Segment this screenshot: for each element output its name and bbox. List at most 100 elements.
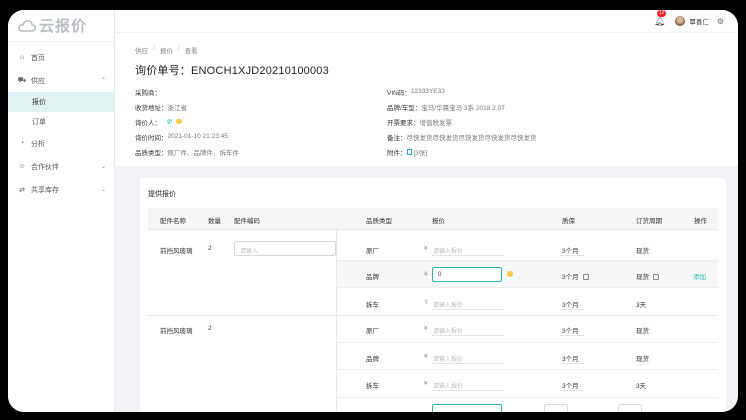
table-header: 配件名称 数量 配件编码 品质类型 报价 质保 订货周期 操作 bbox=[148, 208, 718, 230]
sidebar-subitem-quote[interactable]: 报价 bbox=[8, 92, 114, 112]
currency: ¥ bbox=[424, 325, 428, 332]
top-bar: 🔔︎ 12 覃喜仁 ⚙ bbox=[115, 10, 738, 32]
home-icon: ⌂ bbox=[19, 54, 25, 61]
warranty: 3个月 bbox=[562, 248, 579, 255]
vin-label: VIN码： bbox=[387, 89, 411, 97]
sidebar-item-label: 供应 bbox=[31, 77, 45, 85]
time-value: 2021-01-10 21:23:45 bbox=[167, 133, 228, 140]
sidebar-item-shared-stock[interactable]: ⇄ 共享库存 ⌄ bbox=[8, 178, 114, 201]
vin-value: 12333YE33 bbox=[410, 88, 445, 95]
col-part-name: 配件名称 bbox=[160, 218, 186, 225]
invoice-value: 增值税发票 bbox=[419, 119, 453, 127]
remark-label: 备注： bbox=[387, 134, 407, 142]
price-input-active[interactable]: 0 bbox=[432, 267, 502, 282]
order-cycle: 现货 bbox=[636, 356, 649, 363]
order-cycle: 3天 bbox=[636, 383, 647, 390]
col-quality: 品质类型 bbox=[366, 218, 392, 225]
model-label: 品牌/车型： bbox=[387, 104, 422, 112]
price-input[interactable]: 请输入报价 bbox=[433, 300, 463, 309]
sidebar-subitem-order[interactable]: 订单 bbox=[8, 112, 114, 132]
edit-icon[interactable] bbox=[653, 274, 659, 281]
warranty: 3个月 bbox=[562, 328, 579, 335]
chevron-down-icon: ⌄ bbox=[100, 164, 106, 170]
sidebar-item-analysis[interactable]: ◔ 分析 bbox=[8, 132, 114, 155]
sidebar-item-label: 共享库存 bbox=[31, 186, 59, 194]
logo-text: 云报价 bbox=[39, 18, 88, 35]
price-input[interactable]: 请输入报价 bbox=[433, 354, 463, 363]
quality-type: 拆车 bbox=[366, 383, 379, 390]
sidebar-item-partners[interactable]: ☺ 合作伙伴 ⌄ bbox=[8, 155, 114, 178]
breadcrumb-item-current: 查看 bbox=[184, 48, 198, 55]
logo[interactable]: 云报价 bbox=[8, 10, 114, 42]
quality-type: 原厂 bbox=[366, 248, 379, 255]
currency: ¥ bbox=[424, 380, 428, 387]
sidebar-item-label: 分析 bbox=[31, 140, 45, 148]
model-value: 宝马/华晨宝马 3系 2018 2.0T bbox=[421, 104, 506, 112]
price-input[interactable]: 请输入报价 bbox=[433, 326, 463, 335]
quality-value: 原厂件、品牌件、拆车件 bbox=[167, 149, 240, 157]
status-dot-icon bbox=[507, 271, 513, 277]
warranty: 3个月 bbox=[562, 356, 579, 363]
sidebar-item-home[interactable]: ⌂ 首页 bbox=[8, 46, 114, 69]
part-qty: 2 bbox=[208, 245, 212, 252]
warranty-input-partial[interactable] bbox=[544, 404, 568, 412]
breadcrumb-item[interactable]: 供应 bbox=[135, 45, 148, 55]
order-cycle: 现货 bbox=[636, 328, 649, 335]
sidebar: 云报价 ⌂ 首页 ⛟ 供应 ⌃ 报价 订单 ◔ 分析 ☺ 合作伙伴 ⌄ ⇄ 共享… bbox=[8, 10, 115, 412]
col-qty: 数量 bbox=[208, 218, 221, 225]
add-button[interactable]: 添加 bbox=[693, 271, 706, 281]
partner-icon: ☺ bbox=[18, 163, 26, 170]
bell-icon: 🔔︎ bbox=[653, 15, 666, 26]
col-warranty: 质保 bbox=[562, 218, 575, 225]
chat-icon[interactable] bbox=[176, 119, 183, 124]
price-input-partial[interactable] bbox=[432, 404, 502, 412]
sidebar-item-supply[interactable]: ⛟ 供应 ⌃ bbox=[8, 69, 114, 92]
phone-icon[interactable]: ✆ bbox=[167, 118, 172, 126]
col-action: 操作 bbox=[694, 218, 707, 225]
sidebar-item-label: 首页 bbox=[31, 54, 45, 62]
order-cycle: 3天 bbox=[636, 302, 647, 309]
cloud-logo-icon bbox=[18, 19, 36, 32]
order-cycle: 现货 bbox=[636, 248, 649, 255]
notification-button[interactable]: 🔔︎ 12 bbox=[653, 10, 667, 27]
file-icon bbox=[406, 148, 412, 155]
time-label: 询价时间： bbox=[135, 134, 168, 142]
chevron-up-icon: ⌃ bbox=[100, 78, 106, 84]
app-window: 云报价 ⌂ 首页 ⛟ 供应 ⌃ 报价 订单 ◔ 分析 ☺ 合作伙伴 ⌄ ⇄ 共享… bbox=[8, 10, 738, 412]
card-title: 提供报价 bbox=[148, 191, 176, 198]
quality-type: 品牌 bbox=[366, 274, 379, 281]
sidebar-subitem-label: 订单 bbox=[32, 119, 46, 126]
cycle-input-partial[interactable] bbox=[618, 404, 642, 412]
warranty[interactable]: 3个月 bbox=[562, 271, 589, 281]
breadcrumb-item[interactable]: 报价 bbox=[160, 45, 173, 55]
gear-icon[interactable]: ⚙ bbox=[717, 17, 724, 26]
cart-icon: ⛟ bbox=[17, 77, 27, 84]
page-title: 询价单号：ENOCH1XJD20210100003 bbox=[135, 65, 329, 77]
shared-stock-icon: ⇄ bbox=[19, 186, 25, 194]
part-qty: 2 bbox=[208, 325, 212, 332]
chevron-down-icon: ⌄ bbox=[100, 187, 106, 193]
currency: ¥ bbox=[424, 353, 428, 360]
quote-card: 提供报价 配件名称 数量 配件编码 品质类型 报价 质保 订货周期 操作 前挡风… bbox=[140, 178, 726, 412]
part-code-input[interactable]: 请输入 bbox=[234, 241, 336, 256]
user-name[interactable]: 覃喜仁 bbox=[689, 16, 709, 26]
edit-icon[interactable] bbox=[582, 274, 589, 281]
sidebar-subitem-label: 报价 bbox=[32, 99, 46, 106]
part-name: 前挡风玻璃 bbox=[160, 328, 193, 335]
quality-type: 原厂 bbox=[366, 328, 379, 335]
address-label: 收货地址： bbox=[135, 104, 168, 112]
price-input[interactable]: 请输入报价 bbox=[433, 381, 463, 390]
invoice-label: 开票要求： bbox=[387, 119, 420, 127]
inquirer-label: 询价人： bbox=[135, 119, 161, 127]
sidebar-nav: ⌂ 首页 ⛟ 供应 ⌃ 报价 订单 ◔ 分析 ☺ 合作伙伴 ⌄ ⇄ 共享库存 ⌄ bbox=[8, 42, 114, 201]
attach-link[interactable]: [3张] bbox=[414, 147, 428, 157]
inquiry-fields: 采购商： VIN码： 12333YE33 收货地址： 浙江省 品牌/车型： 宝马… bbox=[135, 84, 695, 159]
price-input[interactable]: 请输入报价 bbox=[433, 246, 463, 255]
currency: ¥ bbox=[424, 271, 428, 278]
quality-label: 品质类型： bbox=[135, 149, 168, 157]
remark-value: 尽快发货尽快发货尽快发货尽快发货尽快发货 bbox=[406, 134, 537, 142]
quality-type: 品牌 bbox=[366, 356, 379, 363]
order-cycle[interactable]: 现货 bbox=[636, 271, 659, 281]
col-cycle: 订货周期 bbox=[636, 218, 662, 225]
avatar[interactable] bbox=[675, 16, 686, 26]
